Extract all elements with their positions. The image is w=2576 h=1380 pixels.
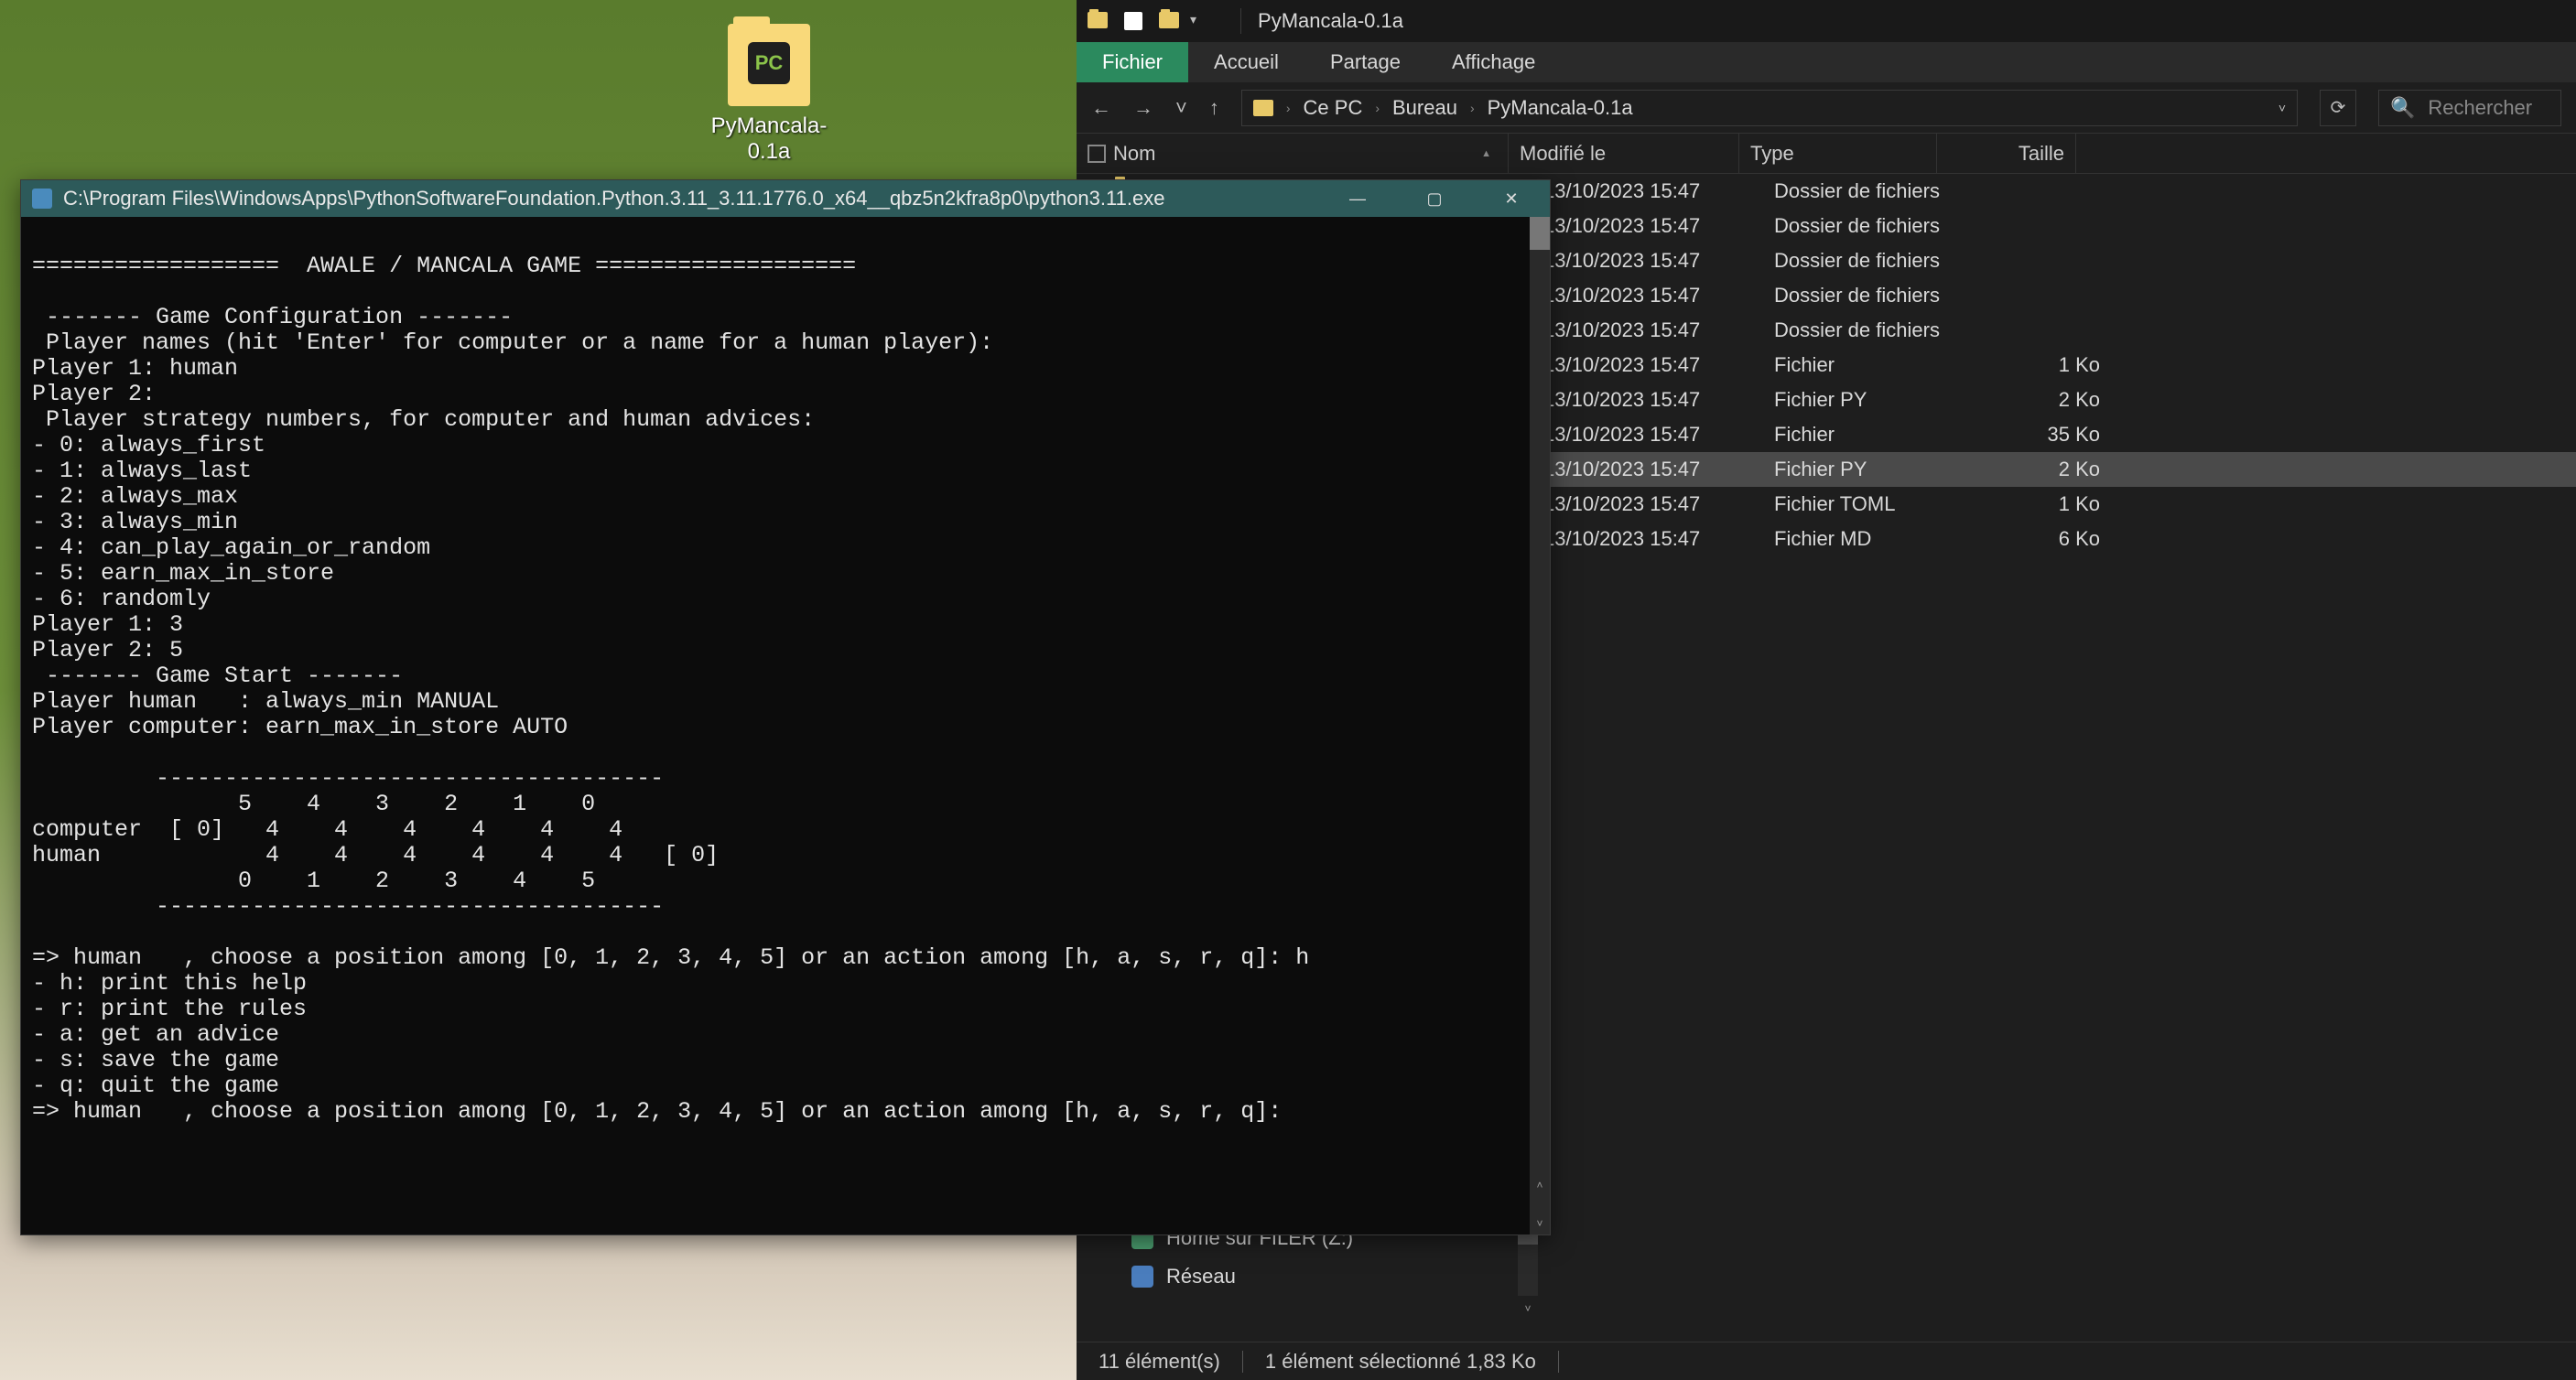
status-selection-info: 1 élément sélectionné 1,83 Ko: [1265, 1350, 1536, 1374]
search-placeholder: Rechercher: [2428, 96, 2532, 120]
column-header-label: Nom: [1113, 142, 1155, 166]
desktop-icon-label: PyMancala-0.1a: [691, 113, 847, 165]
nav-up-icon[interactable]: ↑: [1209, 96, 1219, 120]
nav-forward-icon[interactable]: →: [1133, 96, 1153, 120]
breadcrumb-bar[interactable]: › Ce PC › Bureau › PyMancala-0.1a ˅: [1241, 90, 2298, 126]
refresh-button[interactable]: ⟳: [2320, 90, 2356, 126]
search-icon: 🔍: [2390, 96, 2415, 120]
file-modified: 13/10/2023 15:47: [1543, 388, 1774, 412]
file-modified: 13/10/2023 15:47: [1543, 214, 1774, 238]
file-modified: 13/10/2023 15:47: [1543, 527, 1774, 551]
file-type: Fichier MD: [1774, 527, 1972, 551]
file-modified: 13/10/2023 15:47: [1543, 318, 1774, 342]
breadcrumb-sep-icon: ›: [1470, 101, 1475, 115]
file-modified: 13/10/2023 15:47: [1543, 179, 1774, 203]
console-scrollbar-thumb[interactable]: [1530, 217, 1550, 250]
file-size: 1 Ko: [1972, 492, 2111, 516]
explorer-address-bar: ← → ˅ ↑ › Ce PC › Bureau › PyMancala-0.1…: [1077, 82, 2576, 134]
scroll-up-icon[interactable]: ˄: [1530, 1176, 1550, 1196]
qat-folder-icon[interactable]: [1088, 12, 1108, 28]
column-header-modifie[interactable]: Modifié le: [1509, 134, 1739, 173]
refresh-icon: ⟳: [2331, 96, 2346, 119]
maximize-button[interactable]: ▢: [1396, 180, 1473, 217]
console-output[interactable]: ================== AWALE / MANCALA GAME …: [21, 217, 1550, 1234]
nav-scroll-down-icon[interactable]: ˅: [1518, 1299, 1538, 1318]
file-type: Dossier de fichiers: [1774, 249, 1972, 273]
console-window: C:\Program Files\WindowsApps\PythonSoftw…: [20, 179, 1551, 1235]
file-modified: 13/10/2023 15:47: [1543, 423, 1774, 447]
file-type: Dossier de fichiers: [1774, 214, 1972, 238]
sort-indicator-icon: ▲: [1481, 148, 1491, 159]
python-icon: [32, 189, 52, 209]
breadcrumb-folder-icon: [1253, 100, 1273, 116]
scroll-down-icon[interactable]: ˅: [1530, 1214, 1550, 1234]
status-item-count: 11 élément(s): [1099, 1350, 1220, 1374]
status-separator: [1242, 1351, 1243, 1373]
explorer-window-title: PyMancala-0.1a: [1258, 9, 1403, 33]
network-icon: [1131, 1266, 1153, 1288]
console-titlebar[interactable]: C:\Program Files\WindowsApps\PythonSoftw…: [21, 180, 1550, 217]
close-button[interactable]: ✕: [1473, 180, 1550, 217]
minimize-button[interactable]: —: [1319, 180, 1396, 217]
console-scrollbar-track[interactable]: [1530, 217, 1550, 1234]
file-modified: 13/10/2023 15:47: [1543, 249, 1774, 273]
file-size: 6 Ko: [1972, 527, 2111, 551]
file-modified: 13/10/2023 15:47: [1543, 458, 1774, 481]
file-size: 2 Ko: [1972, 458, 2111, 481]
ribbon-tab-affichage[interactable]: Affichage: [1426, 42, 1561, 82]
breadcrumb-item-folder[interactable]: PyMancala-0.1a: [1488, 96, 1633, 120]
file-type: Fichier: [1774, 423, 1972, 447]
column-header-label: Type: [1750, 142, 1794, 166]
ribbon-tab-partage[interactable]: Partage: [1304, 42, 1426, 82]
desktop-folder-shortcut[interactable]: PC PyMancala-0.1a: [691, 24, 847, 165]
titlebar-separator: [1240, 8, 1241, 34]
column-header-label: Modifié le: [1520, 142, 1606, 166]
nav-item-label: Réseau: [1166, 1265, 1236, 1288]
file-size: 35 Ko: [1972, 423, 2111, 447]
nav-item-network[interactable]: Réseau: [1080, 1257, 1538, 1296]
file-type: Dossier de fichiers: [1774, 284, 1972, 307]
column-header-type[interactable]: Type: [1739, 134, 1937, 173]
breadcrumb-item-bureau[interactable]: Bureau: [1392, 96, 1457, 120]
ribbon-tab-fichier[interactable]: Fichier: [1077, 42, 1188, 82]
column-header-taille[interactable]: Taille: [1937, 134, 2076, 173]
search-input[interactable]: 🔍 Rechercher: [2378, 90, 2561, 126]
qat-dropdown-icon[interactable]: ▾: [1190, 12, 1196, 30]
qat-properties-icon[interactable]: [1124, 12, 1142, 30]
breadcrumb-sep-icon: ›: [1375, 101, 1380, 115]
select-all-checkbox[interactable]: [1088, 145, 1106, 163]
file-type: Fichier PY: [1774, 458, 1972, 481]
folder-icon: PC: [728, 24, 810, 106]
explorer-ribbon: Fichier Accueil Partage Affichage: [1077, 42, 2576, 82]
breadcrumb-item-cepc[interactable]: Ce PC: [1304, 96, 1363, 120]
breadcrumb-sep-icon: ›: [1286, 101, 1291, 115]
file-size: 1 Ko: [1972, 353, 2111, 377]
ribbon-tab-accueil[interactable]: Accueil: [1188, 42, 1304, 82]
file-list-header: Nom ▲ Modifié le Type Taille: [1077, 134, 2576, 174]
file-type: Fichier PY: [1774, 388, 1972, 412]
console-title: C:\Program Files\WindowsApps\PythonSoftw…: [63, 187, 1319, 210]
file-type: Dossier de fichiers: [1774, 318, 1972, 342]
column-header-nom[interactable]: Nom ▲: [1077, 134, 1509, 173]
file-type: Fichier TOML: [1774, 492, 1972, 516]
address-dropdown-icon[interactable]: ˅: [2278, 101, 2286, 115]
file-modified: 13/10/2023 15:47: [1543, 492, 1774, 516]
console-text: ================== AWALE / MANCALA GAME …: [32, 253, 1309, 1125]
explorer-statusbar: 11 élément(s) 1 élément sélectionné 1,83…: [1077, 1342, 2576, 1380]
file-modified: 13/10/2023 15:47: [1543, 284, 1774, 307]
file-type: Dossier de fichiers: [1774, 179, 1972, 203]
file-type: Fichier: [1774, 353, 1972, 377]
file-modified: 13/10/2023 15:47: [1543, 353, 1774, 377]
qat-newfolder-icon[interactable]: [1159, 12, 1179, 28]
nav-back-icon[interactable]: ←: [1091, 96, 1111, 120]
explorer-titlebar[interactable]: ▾ PyMancala-0.1a: [1077, 0, 2576, 42]
status-separator: [1558, 1351, 1559, 1373]
column-header-label: Taille: [2019, 142, 2064, 166]
file-size: 2 Ko: [1972, 388, 2111, 412]
nav-recent-icon[interactable]: ˅: [1175, 96, 1187, 120]
pycharm-badge: PC: [748, 42, 790, 84]
